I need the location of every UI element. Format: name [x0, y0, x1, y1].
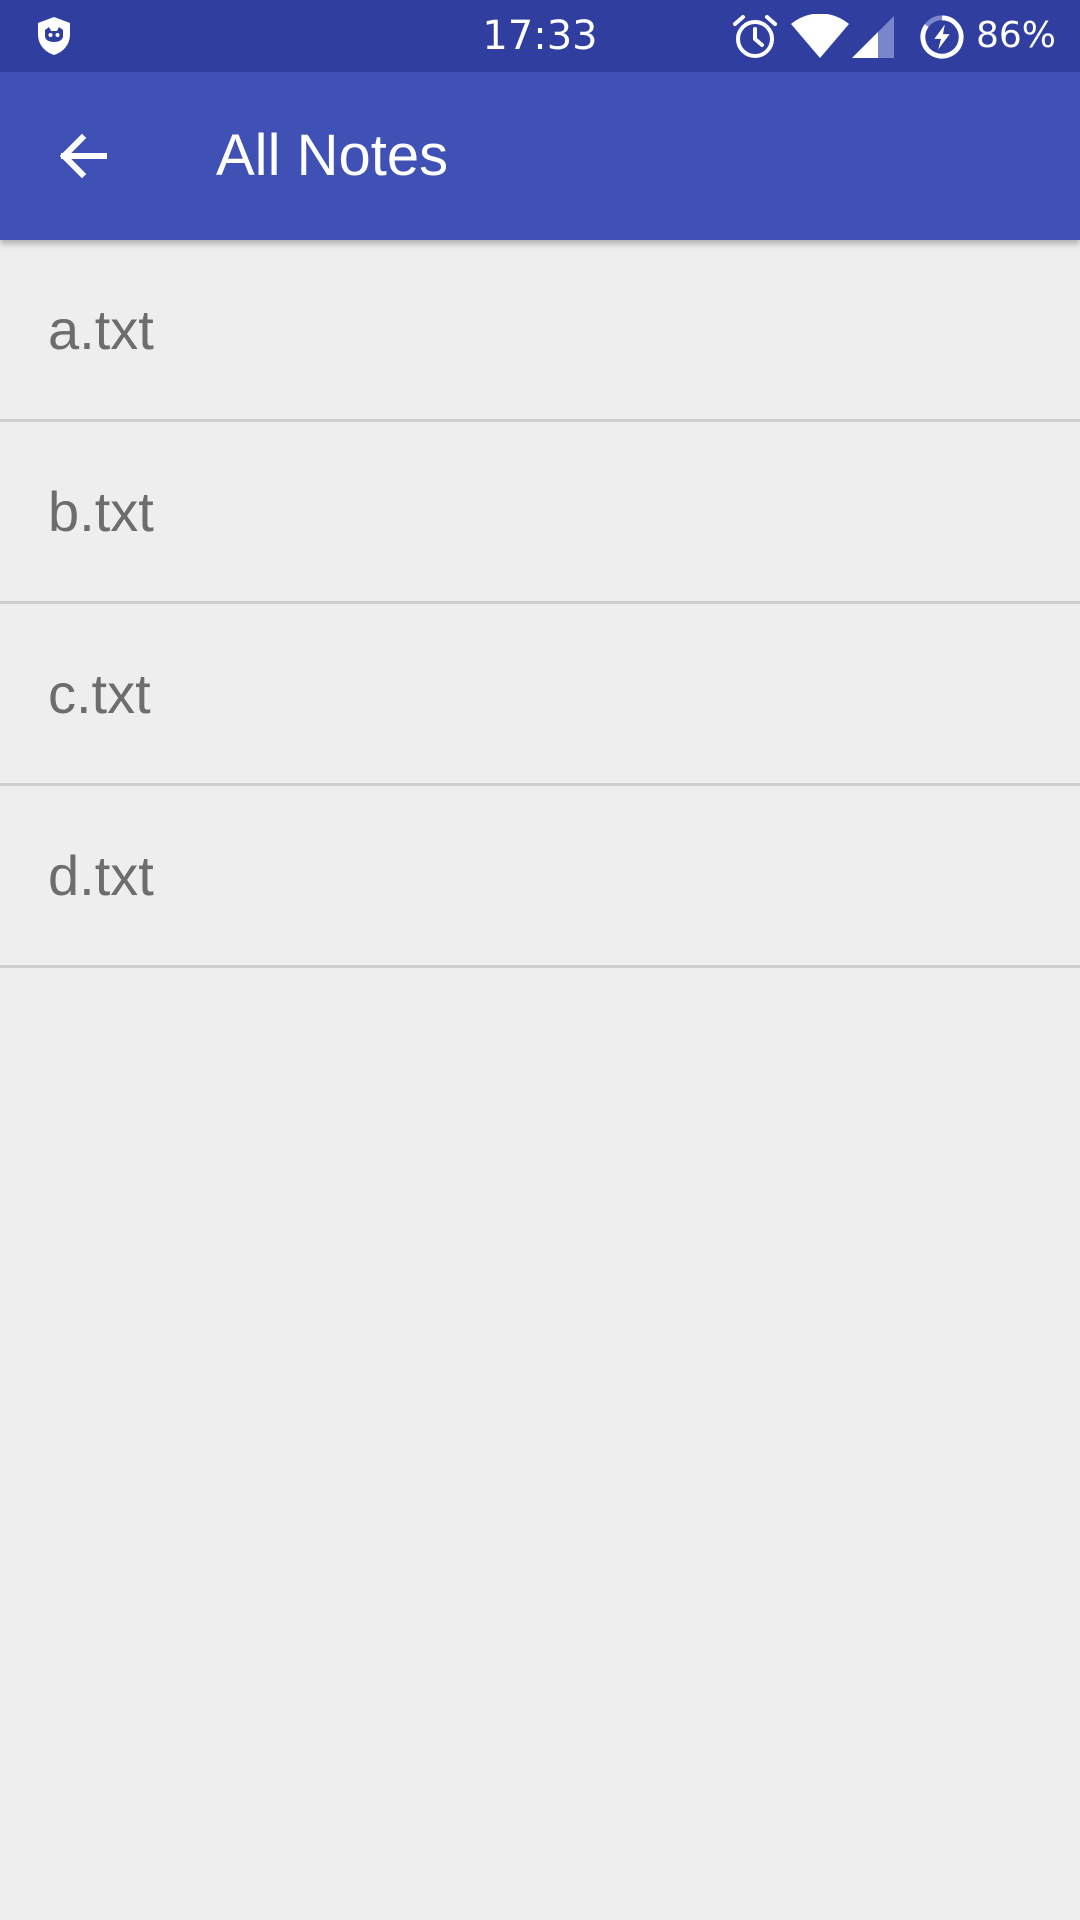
app-bar: All Notes	[0, 72, 1080, 240]
shield-icon	[38, 17, 70, 55]
note-label: a.txt	[48, 298, 154, 361]
list-item[interactable]: d.txt	[0, 786, 1080, 968]
cellular-signal-icon	[852, 16, 894, 58]
arrow-left-icon	[59, 133, 107, 179]
back-button[interactable]	[44, 118, 120, 194]
battery-percentage: 86%	[975, 15, 1056, 56]
note-label: d.txt	[48, 844, 154, 907]
list-item[interactable]: b.txt	[0, 422, 1080, 604]
list-item[interactable]: c.txt	[0, 604, 1080, 786]
list-item[interactable]: a.txt	[0, 240, 1080, 422]
note-label: b.txt	[48, 480, 154, 543]
note-list: a.txt b.txt c.txt d.txt	[0, 240, 1080, 968]
status-bar: 17:33 86%	[0, 0, 1080, 72]
alarm-icon	[733, 15, 777, 58]
page-title: All Notes	[216, 123, 449, 188]
wifi-icon	[791, 14, 849, 58]
note-label: c.txt	[48, 662, 151, 725]
battery-charging-icon	[920, 15, 964, 59]
